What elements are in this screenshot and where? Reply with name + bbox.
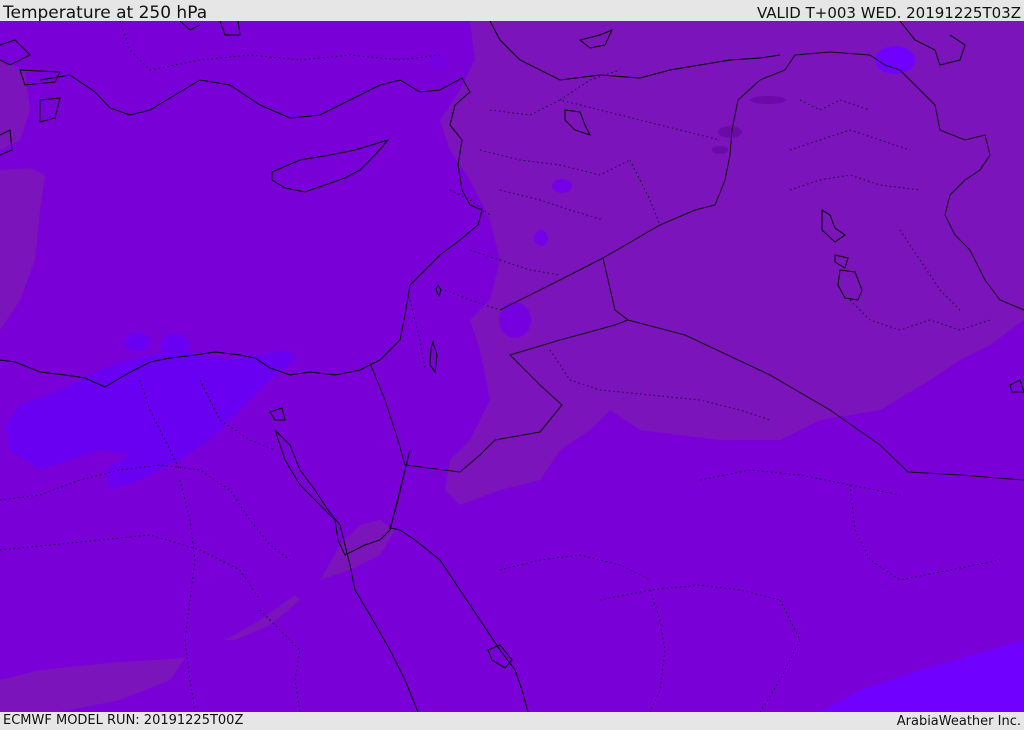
map-canvas[interactable] bbox=[0, 21, 1024, 712]
warmest-spot-3 bbox=[712, 146, 728, 154]
valid-time-label: VALID T+003 WED. 20191225T03Z bbox=[756, 4, 1021, 22]
cool-spot-anatolia bbox=[427, 51, 447, 69]
header-bar: Temperature at 250 hPa VALID T+003 WED. … bbox=[0, 0, 1024, 23]
cool-spot-libya-2 bbox=[161, 333, 189, 357]
cool-spot-levant-1 bbox=[552, 179, 572, 193]
warmest-spot-2 bbox=[718, 126, 742, 138]
credit-label: ArabiaWeather Inc. bbox=[896, 714, 1021, 729]
warmest-spot-1 bbox=[750, 96, 786, 104]
cool-spot-libya-1 bbox=[124, 333, 150, 351]
map-title: Temperature at 250 hPa bbox=[3, 3, 208, 23]
weather-map[interactable] bbox=[0, 21, 1024, 712]
cool-spot-levant-2 bbox=[534, 230, 548, 246]
cool-spot-caucasus bbox=[875, 46, 915, 74]
model-run-label: ECMWF MODEL RUN: 20191225T00Z bbox=[3, 713, 244, 728]
cool-spot-levant-3 bbox=[499, 302, 531, 338]
footer-bar: ECMWF MODEL RUN: 20191225T00Z ArabiaWeat… bbox=[0, 712, 1024, 729]
